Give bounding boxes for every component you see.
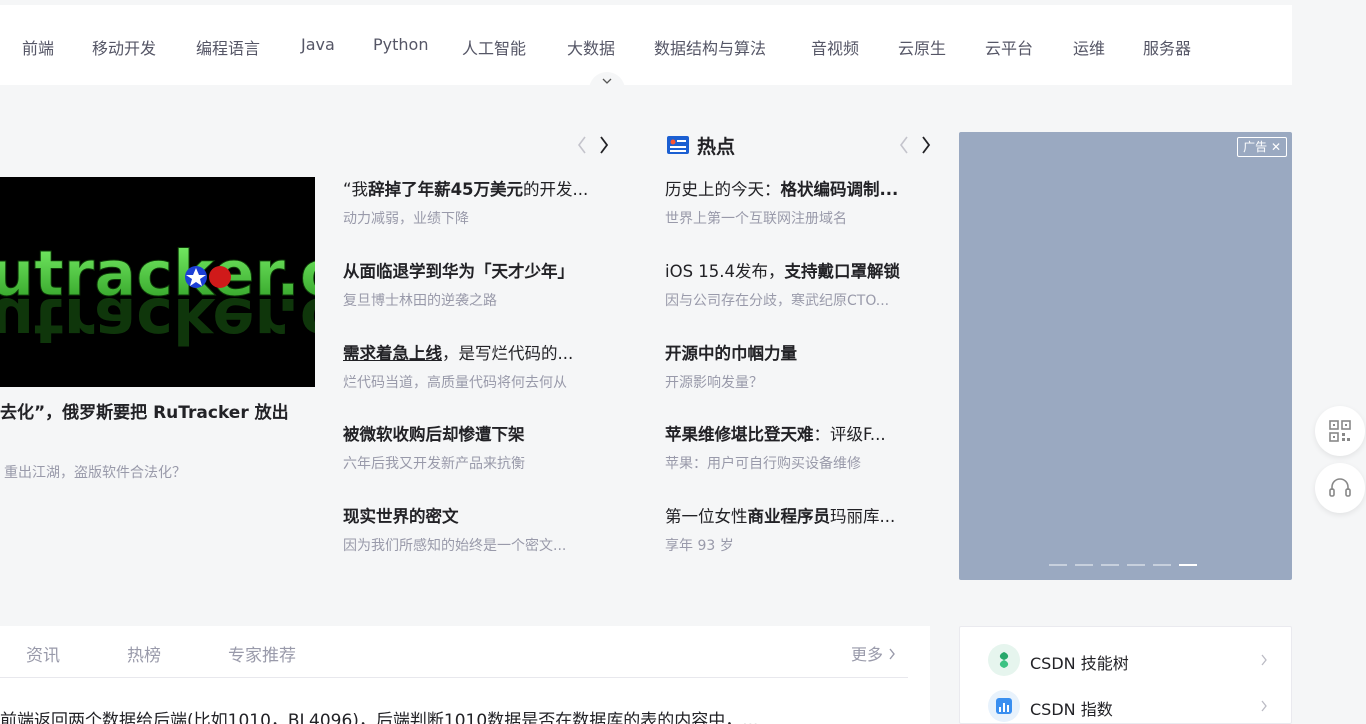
- csdn-index-label: CSDN 指数: [1030, 700, 1113, 719]
- hot-title: 热点: [697, 136, 736, 158]
- chevron-right-icon: [1261, 654, 1267, 666]
- nav-item-media[interactable]: 音视频: [811, 35, 859, 59]
- hot-arrows: [896, 134, 936, 156]
- qr-code-button[interactable]: [1315, 406, 1365, 456]
- ad-close-tag[interactable]: 广告 ✕: [1237, 137, 1287, 157]
- skill-tree-icon: [988, 644, 1020, 676]
- csdn-index-link[interactable]: CSDN 指数: [988, 690, 1268, 722]
- chevron-right-icon[interactable]: [598, 134, 610, 156]
- featured-desc: 重出江湖，盗版软件合法化？: [4, 465, 186, 481]
- carousel-dot-active[interactable]: [1179, 564, 1197, 566]
- news-title: 需求着急上线，是写烂代码的...: [343, 344, 574, 363]
- tab-news[interactable]: 资讯: [26, 641, 60, 666]
- hot-item[interactable]: 历史上的今天：格状编码调制... 世界上第一个互联网注册域名: [665, 178, 935, 229]
- hot-item-title: 苹果维修堪比登天难：评级F...: [665, 425, 886, 444]
- hot-item-title: 第一位女性商业程序员玛丽库...: [665, 507, 896, 526]
- nav-item-ops[interactable]: 运维: [1073, 35, 1105, 59]
- featured-image[interactable]: utracker.org utracker.org: [0, 177, 315, 387]
- divider: [0, 677, 908, 678]
- news-title: 被微软收购后却惨遭下架: [343, 425, 525, 444]
- rutracker-logo-image: utracker.org utracker.org: [0, 237, 315, 358]
- chevron-left-icon[interactable]: [576, 134, 588, 156]
- nav-item-cloud-native[interactable]: 云原生: [898, 35, 946, 59]
- nav-item-frontend[interactable]: 前端: [22, 35, 54, 59]
- nav-item-bigdata[interactable]: 大数据: [567, 35, 615, 59]
- nav-item-python[interactable]: Python: [373, 35, 428, 54]
- carousel-dot[interactable]: [1127, 564, 1145, 566]
- nav-item-java[interactable]: Java: [301, 35, 335, 54]
- hot-item-desc: 享年 93 岁: [665, 538, 734, 554]
- hot-item[interactable]: 第一位女性商业程序员玛丽库... 享年 93 岁: [665, 505, 935, 556]
- nav-item-algorithms[interactable]: 数据结构与算法: [654, 35, 766, 59]
- chevron-down-icon: [602, 78, 612, 84]
- hot-item-title: 开源中的巾帼力量: [665, 344, 797, 363]
- hot-item-title: iOS 15.4发布，支持戴口罩解锁: [665, 262, 901, 281]
- news-item[interactable]: 需求着急上线，是写烂代码的... 烂代码当道，高质量代码将何去何从: [343, 342, 613, 393]
- nav-item-ai[interactable]: 人工智能: [462, 35, 526, 59]
- hot-item-desc: 世界上第一个互联网注册域名: [665, 211, 847, 227]
- news-desc: 六年后我又开发新产品来抗衡: [343, 456, 525, 472]
- news-desc: 复旦博士林田的逆袭之路: [343, 293, 497, 309]
- news-title: 从面临退学到华为「天才少年」: [343, 262, 574, 281]
- news-item[interactable]: 从面临退学到华为「天才少年」 复旦博士林田的逆袭之路: [343, 260, 613, 311]
- more-link[interactable]: 更多: [851, 641, 896, 665]
- index-chart-icon: [988, 690, 1020, 722]
- hot-item[interactable]: 开源中的巾帼力量 开源影响发量？: [665, 342, 935, 393]
- news-desc: 动力减弱，业绩下降: [343, 211, 469, 227]
- carousel-dot[interactable]: [1101, 564, 1119, 566]
- hot-item-desc: 苹果：用户可自行购买设备维修: [665, 456, 861, 472]
- news-title: 现实世界的密文: [343, 507, 459, 526]
- category-nav: 前端 移动开发 编程语言 Java Python 人工智能 大数据 数据结构与算…: [0, 5, 1292, 90]
- hot-item-desc: 开源影响发量？: [665, 375, 763, 391]
- svg-text:utracker.org: utracker.org: [0, 284, 315, 357]
- nav-item-mobile[interactable]: 移动开发: [92, 35, 156, 59]
- news-item[interactable]: 现实世界的密文 因为我们所感知的始终是一个密文...: [343, 505, 613, 556]
- news-desc: 烂代码当道，高质量代码将何去何从: [343, 375, 567, 391]
- skill-tree-label: CSDN 技能树: [1030, 654, 1129, 673]
- nav-item-server[interactable]: 服务器: [1143, 35, 1191, 59]
- expand-nav-button[interactable]: [589, 72, 625, 90]
- hot-news-icon: [667, 136, 689, 154]
- chevron-left-icon[interactable]: [898, 134, 910, 156]
- article-list-panel: 资讯 热榜 专家推荐 更多 前端返回两个数据给后端(比如1010，BL4096)…: [0, 626, 930, 724]
- nav-item-languages[interactable]: 编程语言: [196, 35, 260, 59]
- chevron-right-icon: [1261, 700, 1267, 712]
- chevron-right-icon[interactable]: [920, 134, 932, 156]
- hot-item[interactable]: 苹果维修堪比登天难：评级F... 苹果：用户可自行购买设备维修: [665, 423, 935, 474]
- news-title: “我辞掉了年薪45万美元的开发...: [343, 180, 589, 199]
- hot-item-desc: 因与公司存在分歧，寒武纪原CTO...: [665, 293, 890, 309]
- customer-service-button[interactable]: [1315, 463, 1365, 513]
- nav-item-cloud-platform[interactable]: 云平台: [985, 35, 1033, 59]
- news-item[interactable]: “我辞掉了年薪45万美元的开发... 动力减弱，业绩下降: [343, 178, 613, 229]
- tools-card: CSDN 技能树 CSDN 指数: [959, 626, 1292, 724]
- hot-item-title: 历史上的今天：格状编码调制...: [665, 180, 899, 199]
- tab-expert[interactable]: 专家推荐: [228, 641, 296, 666]
- carousel-dot[interactable]: [1075, 564, 1093, 566]
- carousel-arrows: [574, 134, 614, 156]
- qr-code-icon: [1329, 420, 1351, 442]
- ad-banner[interactable]: 广告 ✕: [959, 132, 1292, 580]
- headset-icon: [1329, 478, 1351, 497]
- news-item[interactable]: 被微软收购后却惨遭下架 六年后我又开发新产品来抗衡: [343, 423, 613, 474]
- skill-tree-link[interactable]: CSDN 技能树: [988, 644, 1268, 676]
- chevron-right-icon: [889, 648, 896, 660]
- list-item[interactable]: 前端返回两个数据给后端(比如1010，BL4096)，后端判断1010数据是否在…: [0, 706, 900, 724]
- tab-hot-rank[interactable]: 热榜: [127, 641, 161, 666]
- hot-item[interactable]: iOS 15.4发布，支持戴口罩解锁 因与公司存在分歧，寒武纪原CTO...: [665, 260, 935, 311]
- news-desc: 因为我们所感知的始终是一个密文...: [343, 538, 567, 554]
- carousel-dot[interactable]: [1049, 564, 1067, 566]
- featured-title[interactable]: 去化”，俄罗斯要把 RuTracker 放出: [0, 398, 330, 423]
- carousel-dot[interactable]: [1153, 564, 1171, 566]
